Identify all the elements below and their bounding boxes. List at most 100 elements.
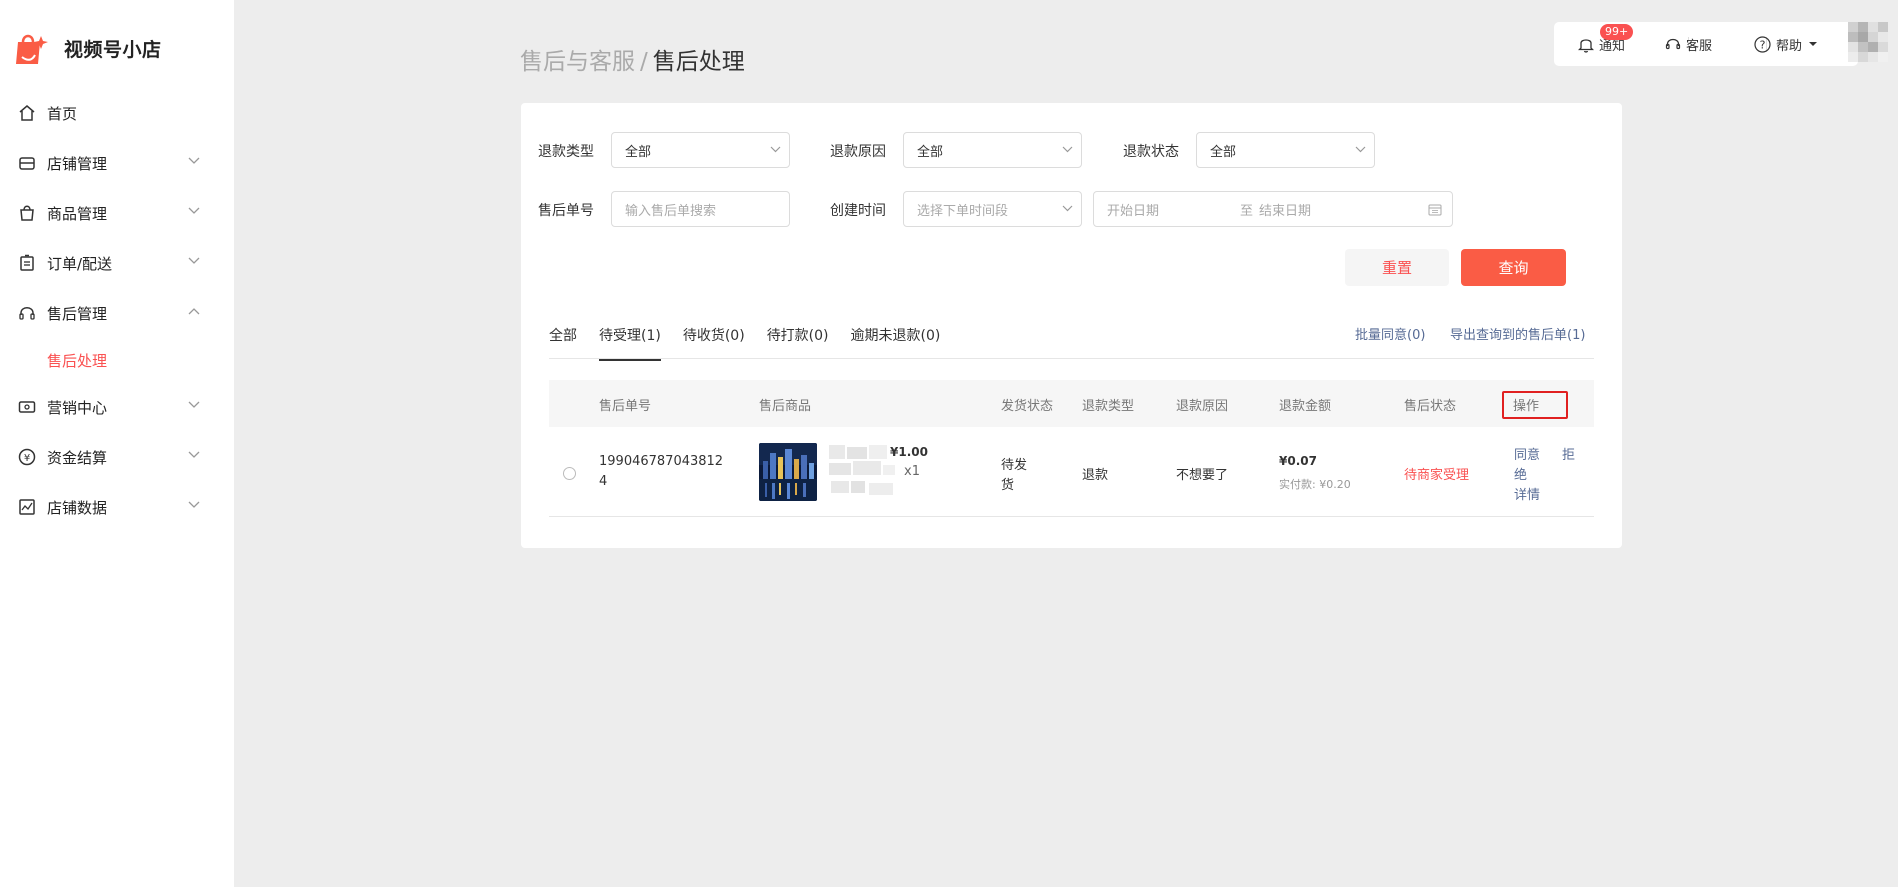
sidebar-item-label: 售后管理 [47,304,108,323]
refund-reason-select[interactable]: 全部 [903,132,1082,168]
tab-awaiting-payment[interactable]: 待打款(0) [767,325,829,361]
refund-reason-value: 全部 [917,144,944,160]
help-label: 帮助 [1776,38,1803,54]
refund-status-select[interactable]: 全部 [1196,132,1375,168]
sidebar-item-orders[interactable]: 订单/配送 [0,238,234,288]
col-operation: 操作 [1513,399,1540,414]
chevron-down-icon [1355,146,1366,153]
aftersale-no-label: 售后单号 [538,203,594,219]
tab-overdue[interactable]: 逾期未退款(0) [851,325,941,361]
home-icon [18,104,36,122]
tabs-divider [549,358,1594,359]
top-toolbar: 通知 99+ 客服 ? 帮助 [1554,22,1858,66]
tab-pending[interactable]: 待受理(1) [599,325,661,361]
shop-bag-logo-icon [16,34,48,64]
col-product: 售后商品 [759,399,812,414]
headset-icon [1665,38,1681,50]
aftersale-no-line2: 4 [599,474,608,489]
sidebar-item-label: 店铺数据 [47,498,108,517]
refund-status-value: 全部 [1210,144,1237,160]
create-time-select[interactable]: 选择下单时间段 [903,191,1082,227]
sidebar-item-data[interactable]: 店铺数据 [0,482,234,532]
chevron-down-icon [188,401,200,408]
ticket-icon [18,398,36,416]
batch-agree-link[interactable]: 批量同意(0) [1355,324,1425,343]
sidebar-item-label: 商品管理 [47,204,108,223]
sidebar-item-shop[interactable]: 店铺管理 [0,138,234,188]
aftersale-no-input[interactable]: 输入售后单搜索 [611,191,790,227]
col-refund-amount: 退款金额 [1279,399,1332,414]
refund-type-label: 退款类型 [538,144,594,160]
chevron-down-icon [188,207,200,214]
col-ship-status: 发货状态 [1001,399,1054,414]
clipboard-icon [18,254,36,272]
headset-icon [18,304,36,322]
row-select-radio[interactable] [563,467,576,480]
tab-awaiting-receipt[interactable]: 待收货(0) [683,325,745,361]
chart-icon [18,498,36,516]
col-refund-reason: 退款原因 [1176,399,1229,414]
sidebar-item-aftersale[interactable]: 售后管理 [0,288,234,338]
aftersale-no-placeholder: 输入售后单搜索 [625,203,717,219]
chevron-up-icon [188,308,200,315]
sidebar-item-label: 店铺管理 [47,154,108,173]
sidebar-item-products[interactable]: 商品管理 [0,188,234,238]
sidebar-item-label: 首页 [47,104,78,123]
product-price: ¥1.00 [890,445,928,459]
notice-button[interactable]: 通知 99+ [1578,23,1634,54]
brand-name: 视频号小店 [64,38,162,61]
reset-button[interactable]: 重置 [1345,249,1449,286]
sidebar-item-marketing[interactable]: 营销中心 [0,382,234,432]
aftersale-card: 退款类型 全部 退款原因 全部 退款状态 全部 售后单号 输入售后单搜索 创建时… [521,103,1622,548]
chevron-down-icon [1062,146,1073,153]
customer-service-button[interactable]: 客服 [1665,35,1712,54]
svg-text:¥: ¥ [24,453,30,464]
refund-amount-cell: ¥0.07 [1279,454,1317,468]
breadcrumb-parent[interactable]: 售后与客服 [520,49,635,75]
agree-link[interactable]: 同意 [1514,444,1540,463]
col-aftersale-no: 售后单号 [599,399,652,414]
detail-link[interactable]: 详情 [1514,484,1540,503]
sidebar-item-funds[interactable]: ¥ 资金结算 [0,432,234,482]
date-range-separator: 至 [1240,203,1254,219]
reject-link-continued[interactable]: 绝 [1514,464,1527,483]
table-row: 199046787043812 4 ¥1.00 x1 待发 货 退款 不想要了 … [549,427,1594,517]
date-range-picker[interactable]: 开始日期 至 结束日期 [1093,191,1453,227]
refund-reason-label: 退款原因 [830,144,886,160]
search-button[interactable]: 查询 [1461,249,1566,286]
customer-service-label: 客服 [1686,38,1713,54]
chevron-down-icon [188,157,200,164]
page-title: 售后处理 [652,49,745,75]
status-tabs: 全部 待受理(1) 待收货(0) 待打款(0) 逾期未退款(0) [549,325,962,361]
help-button[interactable]: ? 帮助 [1754,35,1818,54]
export-link[interactable]: 导出查询到的售后单(1) [1450,324,1585,343]
svg-text:?: ? [1760,38,1766,51]
create-time-placeholder: 选择下单时间段 [917,203,1009,219]
chevron-down-icon [188,451,200,458]
refund-type-select[interactable]: 全部 [611,132,790,168]
sidebar-item-label: 营销中心 [47,398,108,417]
sidebar-item-label: 资金结算 [47,448,108,467]
create-time-label: 创建时间 [830,203,886,219]
aftersale-no-line1: 199046787043812 [599,454,724,469]
refund-type-cell: 退款 [1082,468,1109,483]
refund-type-value: 全部 [625,144,652,160]
col-refund-type: 退款类型 [1082,399,1135,414]
chevron-down-icon [188,257,200,264]
sidebar-item-home[interactable]: 首页 [0,88,234,138]
tab-all[interactable]: 全部 [549,325,577,361]
product-thumbnail[interactable] [759,443,817,501]
avatar[interactable] [1848,22,1888,62]
brand[interactable]: 视频号小店 [14,30,162,66]
ship-status-line1: 待发 [1001,458,1028,473]
reject-link[interactable]: 拒 [1562,444,1575,463]
product-qty: x1 [904,464,920,479]
refund-reason-cell: 不想要了 [1176,468,1229,483]
breadcrumb-separator: / [640,49,648,75]
caret-down-icon [1809,42,1818,46]
calendar-icon [1428,204,1442,216]
sidebar-subitem-aftersale-process[interactable]: 售后处理 [0,338,234,382]
refund-status-label: 退款状态 [1123,144,1179,160]
sidebar-item-label: 订单/配送 [47,254,113,273]
end-date-placeholder: 结束日期 [1259,203,1312,219]
